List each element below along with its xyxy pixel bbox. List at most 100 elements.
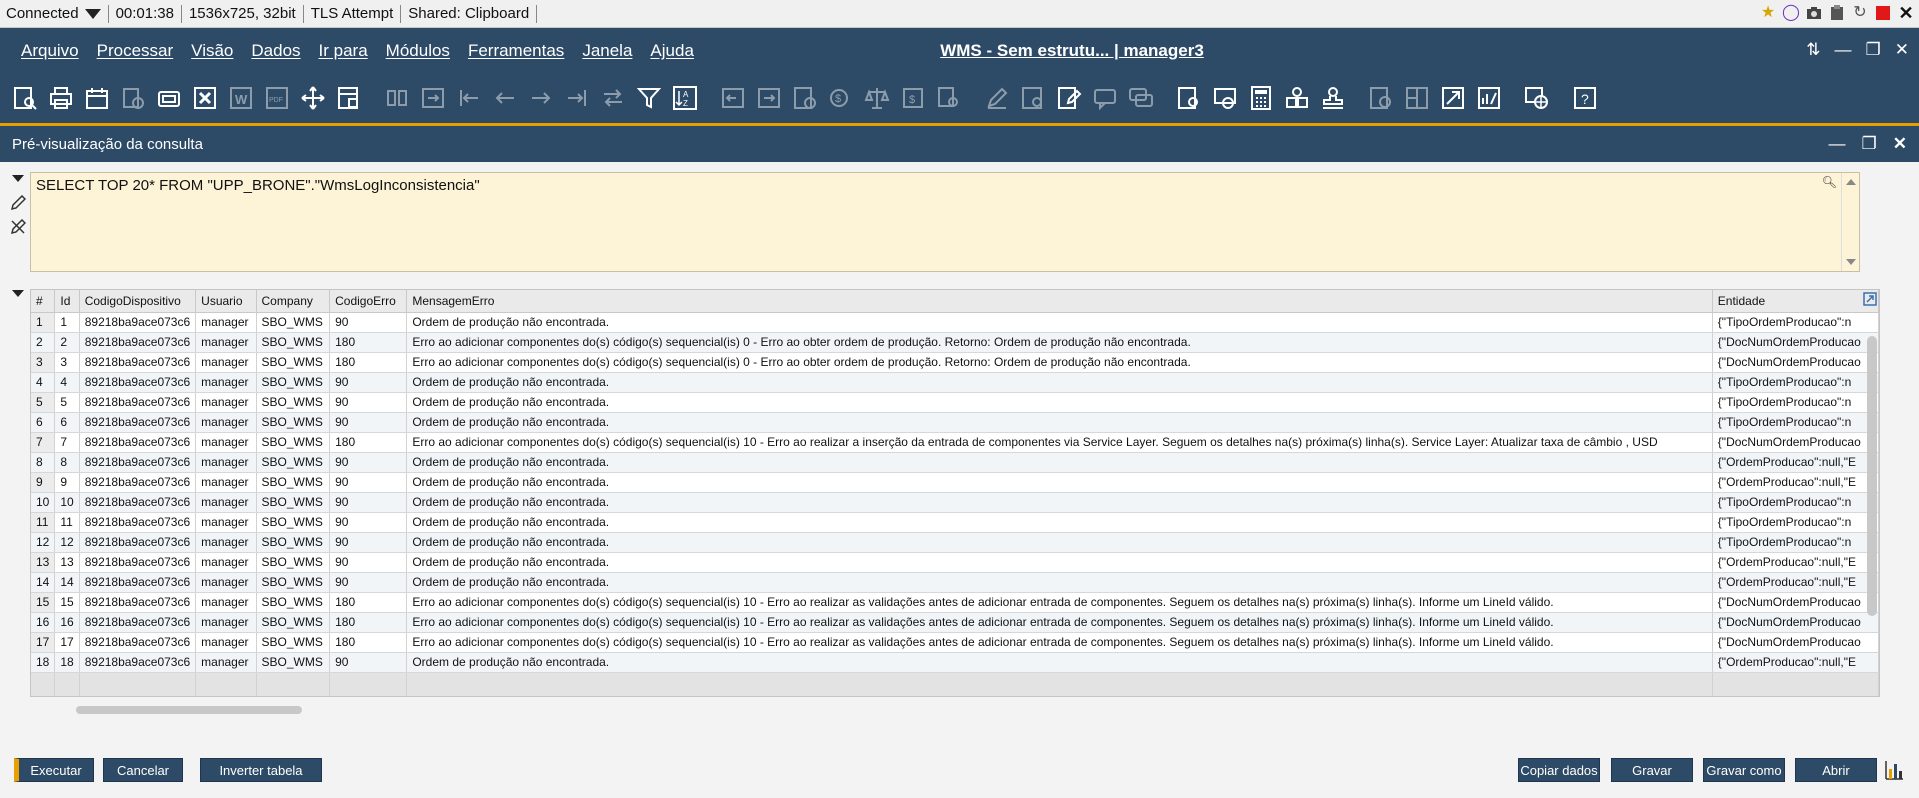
cell-entidade[interactable]: {"DocNumOrdemProducao: [1712, 332, 1879, 353]
cell-rownum[interactable]: 12: [31, 532, 56, 553]
cell-company[interactable]: SBO_WMS: [256, 372, 331, 393]
chart-icon[interactable]: [1884, 759, 1904, 781]
base-document-icon[interactable]: [718, 82, 748, 114]
cell-mensagem-erro[interactable]: Ordem de produção não encontrada.: [406, 552, 1713, 573]
cell-rownum[interactable]: 10: [31, 492, 56, 513]
table-row[interactable]: 14 14 89218ba9ace073c6 manager SBO_WMS 90 Orde…: [31, 572, 1879, 593]
cell-mensagem-erro[interactable]: Erro ao adicionar componentes do(s) códi…: [406, 612, 1713, 633]
cell-entidade[interactable]: {"TipoOrdemProducao":n: [1712, 372, 1879, 393]
document-settings-icon[interactable]: [1174, 82, 1204, 114]
grid-horizontal-scrollbar[interactable]: [76, 706, 302, 714]
result-grid[interactable]: # Id CodigoDispositivo Usuario Company C…: [30, 289, 1880, 697]
cell-company[interactable]: SBO_WMS: [256, 472, 331, 493]
camera-icon[interactable]: [1805, 4, 1823, 22]
expand-icon[interactable]: [1863, 292, 1877, 311]
cell-mensagem-erro[interactable]: Ordem de produção não encontrada.: [406, 452, 1713, 473]
cell-rownum[interactable]: 18: [31, 652, 56, 673]
sort-icon[interactable]: AZ: [670, 82, 700, 114]
column-header-rownum[interactable]: #: [31, 290, 56, 313]
cell-codigo-erro[interactable]: 90: [329, 652, 408, 673]
cell-id[interactable]: 4: [54, 372, 80, 393]
window-layout-icon[interactable]: [154, 82, 184, 114]
table-row[interactable]: 15 15 89218ba9ace073c6 manager SBO_WMS 180 Err…: [31, 592, 1879, 613]
cell-id[interactable]: 2: [54, 332, 80, 353]
cell-usuario[interactable]: manager: [195, 632, 257, 653]
cell-entidade[interactable]: {"TipoOrdemProducao":n: [1712, 412, 1879, 433]
menu-arquivo[interactable]: Arquivo: [21, 41, 79, 61]
column-header-codigo-erro[interactable]: CodigoErro: [329, 290, 408, 313]
form-settings-icon[interactable]: [334, 82, 364, 114]
cell-id[interactable]: 5: [54, 392, 80, 413]
cell-rownum[interactable]: 15: [31, 592, 56, 613]
close-icon[interactable]: ✕: [1895, 40, 1909, 60]
cell-codigo-erro[interactable]: 90: [329, 552, 408, 573]
print-icon[interactable]: [46, 82, 76, 114]
cell-rownum[interactable]: 2: [31, 332, 56, 353]
cell-company[interactable]: SBO_WMS: [256, 452, 331, 473]
cell-mensagem-erro[interactable]: Ordem de produção não encontrada.: [406, 412, 1713, 433]
cell-id[interactable]: 10: [54, 492, 80, 513]
table-row[interactable]: 5 5 89218ba9ace073c6 manager SBO_WMS 90 Ordem …: [31, 392, 1879, 413]
menu-janela[interactable]: Janela: [582, 41, 632, 61]
cell-rownum[interactable]: 16: [31, 612, 56, 633]
cell-company[interactable]: SBO_WMS: [256, 432, 331, 453]
column-header-usuario[interactable]: Usuario: [195, 290, 257, 313]
add-record-icon[interactable]: [418, 82, 448, 114]
empty-cell[interactable]: [195, 672, 257, 696]
stop-icon[interactable]: [1874, 4, 1892, 22]
cell-codigo-dispositivo[interactable]: 89218ba9ace073c6: [79, 432, 197, 453]
empty-cell[interactable]: [406, 672, 1713, 696]
table-row[interactable]: 9 9 89218ba9ace073c6 manager SBO_WMS 90 Ordem …: [31, 472, 1879, 493]
cell-usuario[interactable]: manager: [195, 472, 257, 493]
pencil-icon[interactable]: [8, 194, 28, 212]
menu-processar[interactable]: Processar: [97, 41, 174, 61]
connection-status[interactable]: Connected: [0, 4, 109, 23]
cell-rownum[interactable]: 8: [31, 452, 56, 473]
cell-mensagem-erro[interactable]: Ordem de produção não encontrada.: [406, 392, 1713, 413]
cell-entidade[interactable]: {"TipoOrdemProducao":n: [1712, 512, 1879, 533]
window-title[interactable]: WMS - Sem estrutu... | manager3: [940, 41, 1204, 60]
cell-rownum[interactable]: 17: [31, 632, 56, 653]
table-row[interactable]: 4 4 89218ba9ace073c6 manager SBO_WMS 90 Ordem …: [31, 372, 1879, 393]
inverter-tabela-button[interactable]: Inverter tabela: [200, 758, 322, 782]
empty-cell[interactable]: [79, 672, 197, 696]
empty-cell[interactable]: [54, 672, 80, 696]
menu-ajuda[interactable]: Ajuda: [650, 41, 693, 61]
table-row[interactable]: 8 8 89218ba9ace073c6 manager SBO_WMS 90 Ordem …: [31, 452, 1879, 473]
cell-usuario[interactable]: manager: [195, 372, 257, 393]
cell-entidade[interactable]: {"TipoOrdemProducao":n: [1712, 392, 1879, 413]
cell-codigo-dispositivo[interactable]: 89218ba9ace073c6: [79, 512, 197, 533]
help-icon[interactable]: ?: [1570, 82, 1600, 114]
cell-codigo-erro[interactable]: 180: [329, 592, 408, 613]
table-row[interactable]: 1 1 89218ba9ace073c6 manager SBO_WMS 90 Ordem …: [31, 312, 1879, 333]
cell-id[interactable]: 12: [54, 532, 80, 553]
cell-usuario[interactable]: manager: [195, 432, 257, 453]
cell-company[interactable]: SBO_WMS: [256, 492, 331, 513]
cell-usuario[interactable]: manager: [195, 612, 257, 633]
cell-usuario[interactable]: manager: [195, 552, 257, 573]
table-row[interactable]: 16 16 89218ba9ace073c6 manager SBO_WMS 180 Err…: [31, 612, 1879, 633]
cell-mensagem-erro[interactable]: Ordem de produção não encontrada.: [406, 652, 1713, 673]
cell-company[interactable]: SBO_WMS: [256, 412, 331, 433]
send-document-icon[interactable]: [118, 82, 148, 114]
minimize-icon[interactable]: —: [1829, 134, 1846, 154]
cell-id[interactable]: 17: [54, 632, 80, 653]
column-header-id[interactable]: Id: [54, 290, 80, 313]
web-icon[interactable]: [1522, 82, 1552, 114]
cell-id[interactable]: 8: [54, 452, 80, 473]
cell-mensagem-erro[interactable]: Erro ao adicionar componentes do(s) códi…: [406, 352, 1713, 373]
cell-id[interactable]: 18: [54, 652, 80, 673]
cell-codigo-dispositivo[interactable]: 89218ba9ace073c6: [79, 572, 197, 593]
cell-codigo-erro[interactable]: 180: [329, 432, 408, 453]
cell-rownum[interactable]: 4: [31, 372, 56, 393]
message-icon[interactable]: [1090, 82, 1120, 114]
table-row[interactable]: 7 7 89218ba9ace073c6 manager SBO_WMS 180 Erro …: [31, 432, 1879, 453]
cell-usuario[interactable]: manager: [195, 652, 257, 673]
menu-modulos[interactable]: Módulos: [386, 41, 450, 61]
cell-rownum[interactable]: 3: [31, 352, 56, 373]
cell-codigo-erro[interactable]: 90: [329, 372, 408, 393]
cell-entidade[interactable]: {"OrdemProducao":null,"E: [1712, 572, 1879, 593]
cell-company[interactable]: SBO_WMS: [256, 612, 331, 633]
previous-record-icon[interactable]: [490, 82, 520, 114]
restore-icon[interactable]: ❐: [1866, 40, 1881, 60]
